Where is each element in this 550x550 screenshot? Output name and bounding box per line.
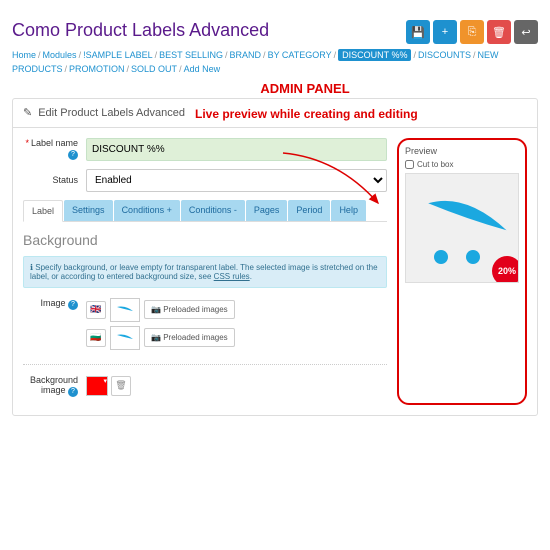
preview-label: Preview: [405, 146, 519, 156]
discount-badge: 20%: [492, 256, 519, 283]
breadcrumb-link[interactable]: Modules: [43, 50, 77, 60]
bg-image-label: Background image ?: [23, 375, 78, 397]
breadcrumb-link[interactable]: Home: [12, 50, 36, 60]
info-box: ℹ Specify background, or leave empty for…: [23, 256, 387, 288]
breadcrumb-link[interactable]: BY CATEGORY: [268, 50, 332, 60]
preloaded-images-button[interactable]: 📷 Preloaded images: [144, 328, 235, 347]
color-swatch[interactable]: ▾: [86, 376, 108, 396]
breadcrumb-link[interactable]: SOLD OUT: [131, 64, 177, 74]
preview-panel: Preview Cut to box 20%: [397, 138, 527, 405]
status-label: Status: [23, 175, 78, 185]
breadcrumb-link[interactable]: PROMOTION: [69, 64, 125, 74]
help-icon[interactable]: ?: [68, 387, 78, 397]
tabs: LabelSettingsConditions +Conditions -Pag…: [23, 200, 387, 222]
breadcrumb-link[interactable]: DISCOUNTS: [418, 50, 471, 60]
annotation-title: ADMIN PANEL: [72, 81, 538, 96]
lang-flag-bg[interactable]: 🇧🇬: [86, 329, 106, 347]
lang-flag-en[interactable]: 🇬🇧: [86, 301, 106, 319]
preloaded-images-button[interactable]: 📷 Preloaded images: [144, 300, 235, 319]
form-area: *Label name ? Status Enabled LabelSettin…: [23, 138, 387, 405]
preview-dots: [434, 250, 480, 264]
edit-panel: ✎ Edit Product Labels Advanced Live prev…: [12, 98, 538, 416]
clear-bg-button[interactable]: 🗑: [111, 376, 131, 396]
label-name-label: *Label name ?: [23, 138, 78, 160]
image-label: Image ?: [23, 298, 78, 310]
image-thumb-1[interactable]: [110, 298, 140, 322]
css-rules-link[interactable]: CSS rules: [214, 272, 250, 281]
panel-title-text: Edit Product Labels Advanced: [38, 107, 185, 119]
label-name-input[interactable]: [86, 138, 387, 161]
page-title: Como Product Labels Advanced: [12, 20, 269, 41]
image-thumb-2[interactable]: [110, 326, 140, 350]
delete-button[interactable]: 🗑: [487, 20, 511, 44]
tab-period[interactable]: Period: [288, 200, 330, 221]
tab-conditions-[interactable]: Conditions -: [181, 200, 245, 221]
annotation-subtitle: Live preview while creating and editing: [195, 107, 418, 121]
breadcrumb-link[interactable]: !SAMPLE LABEL: [83, 50, 153, 60]
breadcrumb: Home/Modules/!SAMPLE LABEL/BEST SELLING/…: [12, 48, 538, 77]
tab-conditions-[interactable]: Conditions +: [114, 200, 180, 221]
preview-swoosh-icon: [421, 192, 511, 247]
add-button[interactable]: +: [433, 20, 457, 44]
help-icon[interactable]: ?: [68, 300, 78, 310]
save-button[interactable]: 💾: [406, 20, 430, 44]
breadcrumb-link[interactable]: Add New: [184, 64, 221, 74]
tab-label[interactable]: Label: [23, 200, 63, 222]
help-icon[interactable]: ?: [68, 150, 78, 160]
pencil-icon: ✎: [23, 106, 32, 119]
section-background: Background: [23, 232, 387, 248]
action-buttons: 💾 + ⎘ 🗑 ↩: [406, 20, 538, 44]
copy-button[interactable]: ⎘: [460, 20, 484, 44]
cut-to-box-checkbox[interactable]: Cut to box: [405, 160, 519, 169]
breadcrumb-link[interactable]: BRAND: [230, 50, 262, 60]
tab-help[interactable]: Help: [331, 200, 366, 221]
status-select[interactable]: Enabled: [86, 169, 387, 192]
tab-pages[interactable]: Pages: [246, 200, 288, 221]
panel-header: ✎ Edit Product Labels Advanced Live prev…: [13, 99, 537, 128]
breadcrumb-link[interactable]: BEST SELLING: [159, 50, 223, 60]
breadcrumb-link[interactable]: DISCOUNT %%: [338, 49, 411, 61]
back-button[interactable]: ↩: [514, 20, 538, 44]
preview-box: 20%: [405, 173, 519, 283]
tab-settings[interactable]: Settings: [64, 200, 113, 221]
